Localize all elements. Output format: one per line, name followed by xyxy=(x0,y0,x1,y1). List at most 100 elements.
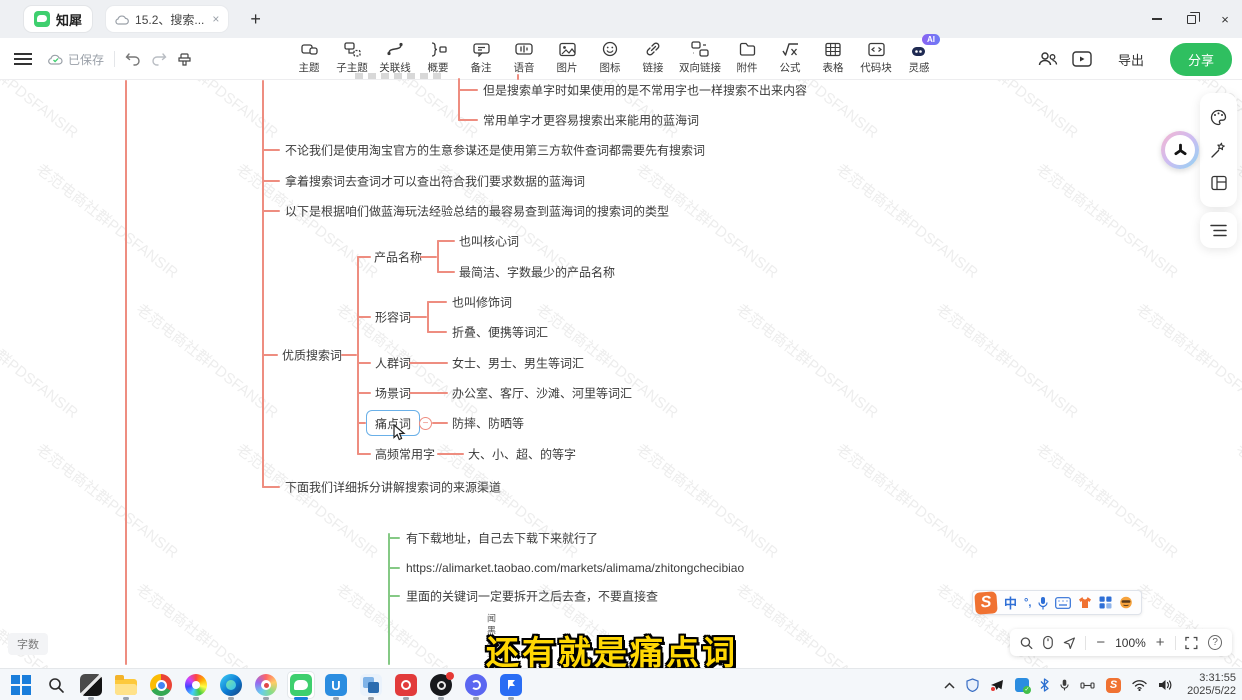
zoom-in-button[interactable]: + xyxy=(1156,635,1165,650)
tray-expand-icon[interactable] xyxy=(944,682,955,689)
close-window-button[interactable]: × xyxy=(1208,0,1242,38)
toolbar-item-icon[interactable]: 图标 xyxy=(593,40,627,75)
mindmap-node[interactable]: 以下是根据咱们做蓝海玩法经验总结的最容易查到蓝海词的搜索词的类型 xyxy=(285,203,669,220)
taskbar-app-squares[interactable] xyxy=(358,672,384,698)
mindmap-node[interactable]: 下面我们详细拆分讲解搜索词的来源渠道 xyxy=(285,479,501,496)
ai-assistant-button[interactable] xyxy=(1161,131,1199,169)
mindmap-node[interactable]: 办公室、客厅、沙滩、河里等词汇 xyxy=(452,385,632,402)
mindmap-node[interactable]: 也叫核心词 xyxy=(459,233,519,250)
close-tab-icon[interactable]: × xyxy=(212,12,219,26)
redo-icon[interactable] xyxy=(151,52,167,66)
palette-icon[interactable] xyxy=(1210,109,1227,126)
presentation-icon[interactable] xyxy=(1072,51,1092,67)
toolbar-item-code-block[interactable]: 代码块 xyxy=(859,40,893,75)
new-tab-button[interactable]: + xyxy=(250,9,261,30)
mindmap-node[interactable]: 但是搜索单字时如果使用的是不常用字也一样搜索不出来内容 xyxy=(483,82,807,99)
taskbar-color-wheel-app[interactable] xyxy=(183,672,209,698)
wifi-icon[interactable] xyxy=(1132,680,1147,691)
mindmap-node[interactable]: 大、小、超、的等字 xyxy=(468,446,576,463)
menu-icon[interactable] xyxy=(14,53,32,65)
mindmap-node[interactable]: 产品名称 xyxy=(374,249,422,266)
mindmap-node[interactable]: 人群词 xyxy=(375,355,411,372)
mindmap-node-url[interactable]: https://alimarket.taobao.com/markets/ali… xyxy=(406,561,744,575)
taskbar-zhixi-active[interactable] xyxy=(288,672,314,698)
toolbar-item-voice[interactable]: 语音 xyxy=(507,40,541,75)
app-tab[interactable]: 知犀 xyxy=(24,6,92,32)
mindmap-node[interactable]: 有下载地址，自己去下载下来就行了 xyxy=(406,530,598,547)
taskbar-search-button[interactable] xyxy=(43,672,69,698)
mindmap-node[interactable]: 拿着搜索词去查词才可以查出符合我们要求数据的蓝海词 xyxy=(285,173,585,190)
toolbar-item-link[interactable]: 链接 xyxy=(636,40,670,75)
ime-language-toggle[interactable]: 中 xyxy=(1004,593,1017,612)
start-button[interactable] xyxy=(8,672,34,698)
tray-sogou-icon[interactable]: S xyxy=(1106,678,1121,693)
undo-icon[interactable] xyxy=(125,52,141,66)
drag-mode-icon[interactable] xyxy=(1043,635,1053,650)
mindmap-node[interactable]: 场景词 xyxy=(375,385,411,402)
document-tab[interactable]: 15.2、搜索... × xyxy=(106,6,228,32)
toolbar-item-topic[interactable]: 主题 xyxy=(292,40,326,75)
ime-skin-icon[interactable] xyxy=(1078,596,1092,609)
bluetooth-icon[interactable] xyxy=(1040,678,1049,692)
share-button[interactable]: 分享 xyxy=(1170,43,1232,76)
taskbar-photos-app[interactable] xyxy=(78,672,104,698)
outline-icon[interactable] xyxy=(1210,224,1227,237)
mindmap-node[interactable]: 不论我们是使用淘宝官方的生意参谋还是使用第三方软件查词都需要先有搜索词 xyxy=(285,142,705,159)
mindmap-node[interactable]: 里面的关键词一定要拆开之后去查，不要直接查 xyxy=(406,588,658,605)
sogou-logo-icon[interactable]: S xyxy=(974,591,997,614)
restore-button[interactable] xyxy=(1174,0,1208,38)
toolbar-item-attachment[interactable]: 附件 xyxy=(730,40,764,75)
taskbar-app-indigo[interactable] xyxy=(463,672,489,698)
zoom-out-button[interactable]: − xyxy=(1096,635,1105,650)
toolbar-item-note[interactable]: 备注 xyxy=(464,40,498,75)
collapse-toggle[interactable]: − xyxy=(419,417,432,430)
defender-shield-icon[interactable] xyxy=(966,678,979,692)
taskbar-app-flag[interactable] xyxy=(498,672,524,698)
taskbar-app-u[interactable]: U xyxy=(323,672,349,698)
taskbar-edge[interactable] xyxy=(218,672,244,698)
toolbar-item-subtopic[interactable]: 子主题 xyxy=(335,40,369,75)
mindmap-node[interactable]: 女士、男士、男生等词汇 xyxy=(452,355,584,372)
ime-emoji-icon[interactable] xyxy=(1119,596,1133,609)
help-icon[interactable]: ? xyxy=(1208,635,1222,650)
toolbar-item-bidirectional-link[interactable]: 双向链接 xyxy=(679,40,721,75)
mindmap-node[interactable]: 常用单字才更容易搜索出来能用的蓝海词 xyxy=(483,112,699,129)
tray-microphone-icon[interactable] xyxy=(1060,678,1069,692)
word-count-badge[interactable]: 字数 xyxy=(8,633,48,655)
mindmap-node[interactable]: 折叠、便携等词汇 xyxy=(452,324,548,341)
export-button[interactable]: 导出 xyxy=(1106,44,1156,75)
format-painter-icon[interactable] xyxy=(177,52,192,67)
mindmap-node[interactable]: 防摔、防晒等 xyxy=(452,415,524,432)
toolbar-item-summary[interactable]: 概要 xyxy=(421,40,455,75)
ime-toolbox-icon[interactable] xyxy=(1099,596,1112,609)
mindmap-node[interactable]: 高频常用字 xyxy=(375,446,435,463)
layout-icon[interactable] xyxy=(1211,175,1227,191)
toolbar-item-image[interactable]: 图片 xyxy=(550,40,584,75)
taskbar-obs[interactable] xyxy=(428,672,454,698)
search-icon[interactable] xyxy=(1020,636,1033,650)
collaborate-icon[interactable] xyxy=(1038,51,1058,67)
magic-wand-icon[interactable] xyxy=(1210,142,1227,159)
mindmap-node[interactable]: 最简洁、字数最少的产品名称 xyxy=(459,264,615,281)
ime-keyboard-icon[interactable] xyxy=(1055,597,1071,609)
locate-icon[interactable] xyxy=(1063,636,1076,650)
taskbar-app-red[interactable] xyxy=(393,672,419,698)
tray-update-app-icon[interactable]: ✓ xyxy=(1015,678,1029,692)
toolbar-item-formula[interactable]: 公式 xyxy=(773,40,807,75)
mindmap-node-quality[interactable]: 优质搜索词 xyxy=(282,347,342,364)
ime-microphone-icon[interactable] xyxy=(1038,596,1048,610)
audio-device-icon[interactable] xyxy=(1080,680,1095,691)
mindmap-node[interactable]: 也叫修饰词 xyxy=(452,294,512,311)
taskbar-clock[interactable]: 3:31:55 2025/5/22 xyxy=(1187,672,1236,698)
taskbar-chrome[interactable] xyxy=(148,672,174,698)
toolbar-item-inspiration[interactable]: AI 灵感 xyxy=(902,40,936,75)
taskbar-file-explorer[interactable] xyxy=(113,672,139,698)
minimize-button[interactable] xyxy=(1140,0,1174,38)
toolbar-item-table[interactable]: 表格 xyxy=(816,40,850,75)
taskbar-media-app[interactable] xyxy=(253,672,279,698)
mindmap-node[interactable]: 形容词 xyxy=(375,309,411,326)
fullscreen-icon[interactable] xyxy=(1185,636,1198,650)
telegram-icon[interactable] xyxy=(990,679,1004,691)
toolbar-item-relation-line[interactable]: 关联线 xyxy=(378,40,412,75)
ime-punctuation-toggle[interactable]: °, xyxy=(1024,597,1031,609)
